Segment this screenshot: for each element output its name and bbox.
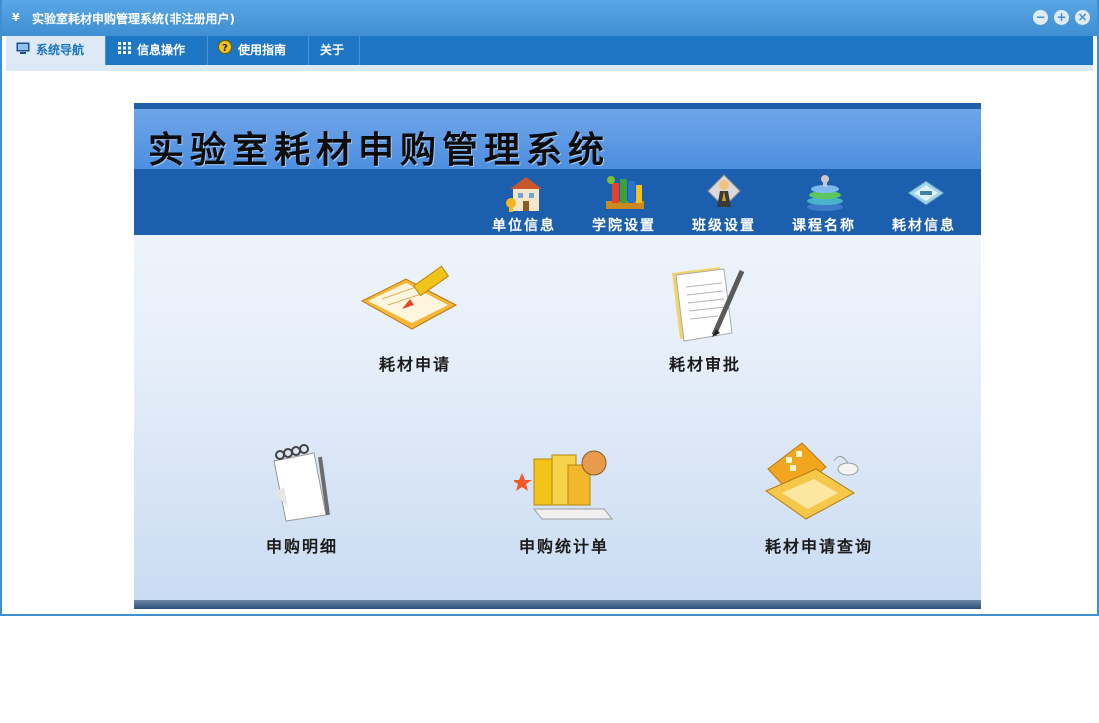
purchase-statistics-button[interactable]: 申购统计单 — [494, 443, 634, 556]
panel-bottom-line — [134, 600, 981, 609]
main-panel: 实验室耗材申购管理系统 单位信息 学院设置 班级设置 课程名称 耗材信息 耗材申… — [134, 103, 981, 609]
tab-user-guide[interactable]: ? 使用指南 — [208, 36, 309, 65]
nav-label: 班级设置 — [692, 218, 756, 234]
nav-consumables-info[interactable]: 耗材信息 — [884, 169, 964, 235]
card-icon — [907, 180, 945, 206]
help-icon: ? — [218, 36, 232, 65]
function-label: 申购统计单 — [518, 537, 609, 556]
system-banner: 实验室耗材申购管理系统 — [134, 109, 981, 171]
spiral-notepad-icon — [273, 444, 330, 522]
tab-label: 系统导航 — [36, 43, 85, 57]
function-label: 申购明细 — [265, 537, 338, 556]
minimize-button[interactable]: − — [1033, 10, 1048, 25]
tab-content-border — [6, 65, 1093, 71]
maximize-button[interactable]: + — [1054, 10, 1069, 25]
tab-about[interactable]: 关于 — [310, 36, 360, 65]
tab-label: 关于 — [320, 43, 345, 57]
nav-label: 学院设置 — [592, 218, 656, 234]
function-label: 耗材申请查询 — [764, 537, 873, 556]
person-award-icon — [707, 174, 741, 208]
svg-text:?: ? — [222, 43, 228, 54]
top-nav-bar: 单位信息 学院设置 班级设置 课程名称 耗材信息 — [134, 169, 981, 235]
nav-unit-info[interactable]: 单位信息 — [484, 169, 564, 235]
tab-system-navigation[interactable]: 系统导航 — [6, 36, 106, 65]
nav-label: 耗材信息 — [892, 218, 956, 234]
consumables-query-button[interactable]: 耗材申请查询 — [744, 439, 894, 556]
purchase-details-button[interactable]: 申购明细 — [242, 443, 362, 556]
window-title: 实验室耗材申购管理系统(非注册用户) — [32, 12, 235, 26]
app-logo-icon: ¥ — [12, 11, 20, 24]
consumables-apply-button[interactable]: 耗材申请 — [350, 265, 480, 377]
title-bar: ¥ 实验室耗材申购管理系统(非注册用户) − + × — [2, 0, 1097, 36]
nav-class-settings[interactable]: 班级设置 — [684, 169, 764, 235]
document-pen-icon — [672, 267, 745, 342]
consumables-approve-button[interactable]: 耗材审批 — [640, 265, 770, 377]
building-icon — [506, 177, 542, 212]
books-shelf-icon — [606, 176, 644, 209]
nav-college-settings[interactable]: 学院设置 — [584, 169, 664, 235]
laptop-mouse-icon — [764, 442, 859, 520]
tab-label: 使用指南 — [238, 43, 287, 57]
monitor-icon — [16, 36, 30, 65]
system-title: 实验室耗材申购管理系统 — [148, 129, 611, 171]
notebook-pencil-icon — [360, 265, 458, 330]
close-button[interactable]: × — [1075, 10, 1090, 25]
tab-info-operations[interactable]: 信息操作 — [108, 36, 208, 65]
function-label: 耗材申请 — [378, 355, 451, 374]
book-stack-icon — [807, 175, 843, 211]
nav-course-name[interactable]: 课程名称 — [784, 169, 864, 235]
function-label: 耗材审批 — [668, 355, 741, 374]
nav-label: 课程名称 — [792, 218, 856, 234]
grid-icon — [118, 36, 131, 65]
folders-globe-icon — [514, 450, 614, 520]
tab-label: 信息操作 — [137, 43, 186, 57]
nav-label: 单位信息 — [492, 218, 556, 234]
tab-bar: 系统导航 信息操作 ? 使用指南 关于 — [6, 36, 1093, 65]
